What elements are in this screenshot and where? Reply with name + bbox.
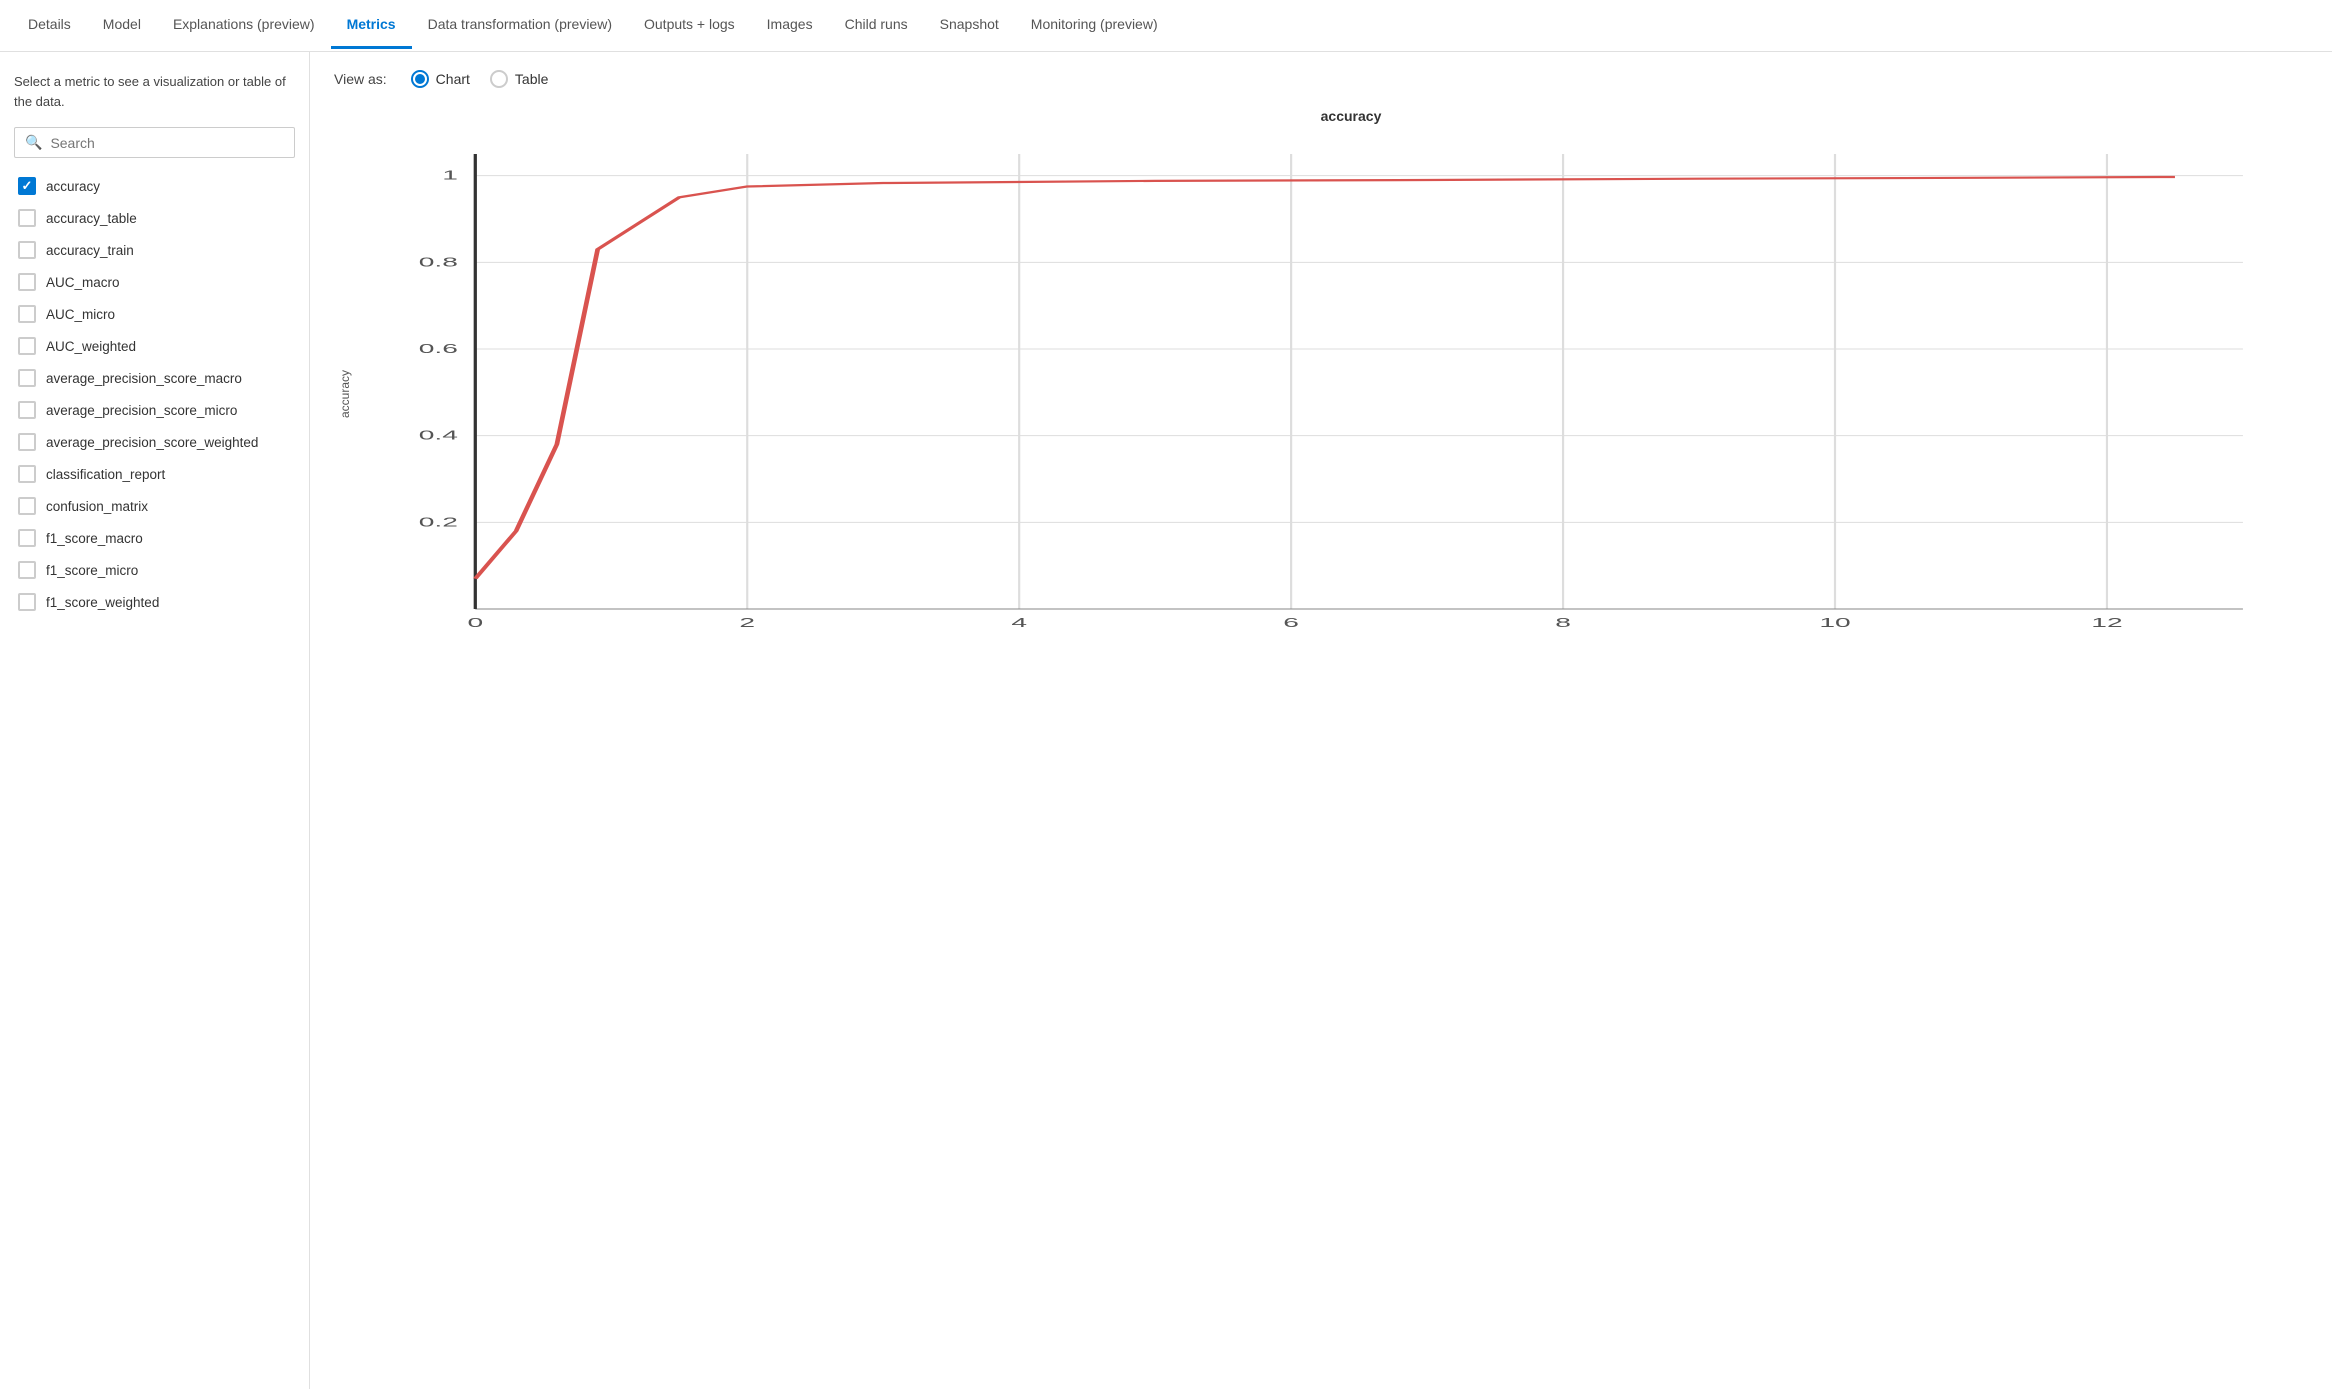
- checkbox-classification_report[interactable]: [18, 465, 36, 483]
- metric-item-auc_micro[interactable]: AUC_micro: [14, 298, 295, 330]
- metric-label-f1_score_macro: f1_score_macro: [46, 531, 143, 546]
- chart-svg-container: 0 2 4 6 8 10 12 0.2 0.4 0.6 0.8 1: [356, 134, 2308, 654]
- tab-snapshot[interactable]: Snapshot: [924, 2, 1015, 49]
- metric-item-classification_report[interactable]: classification_report: [14, 458, 295, 490]
- metric-label-accuracy_table: accuracy_table: [46, 211, 137, 226]
- tab-child-runs[interactable]: Child runs: [829, 2, 924, 49]
- main-layout: Select a metric to see a visualization o…: [0, 52, 2332, 1389]
- radio-table-label: Table: [515, 71, 548, 87]
- metric-label-auc_weighted: AUC_weighted: [46, 339, 136, 354]
- radio-chart[interactable]: Chart: [411, 70, 470, 88]
- metric-item-average_precision_micro[interactable]: average_precision_score_micro: [14, 394, 295, 426]
- svg-text:0.6: 0.6: [419, 341, 458, 356]
- radio-chart-label: Chart: [436, 71, 470, 87]
- tab-model[interactable]: Model: [87, 2, 157, 49]
- tab-details[interactable]: Details: [12, 2, 87, 49]
- svg-text:4: 4: [1011, 615, 1027, 630]
- checkbox-auc_micro[interactable]: [18, 305, 36, 323]
- view-as-label: View as:: [334, 71, 387, 87]
- checkbox-f1_score_macro[interactable]: [18, 529, 36, 547]
- metric-label-auc_micro: AUC_micro: [46, 307, 115, 322]
- metric-label-f1_score_micro: f1_score_micro: [46, 563, 138, 578]
- metric-label-confusion_matrix: confusion_matrix: [46, 499, 148, 514]
- svg-text:10: 10: [1819, 615, 1850, 630]
- radio-table-circle: [490, 70, 508, 88]
- svg-text:0: 0: [467, 615, 483, 630]
- svg-text:0.8: 0.8: [419, 254, 458, 269]
- search-input[interactable]: [50, 135, 284, 151]
- top-navigation: Details Model Explanations (preview) Met…: [0, 0, 2332, 52]
- metric-item-f1_score_weighted[interactable]: f1_score_weighted: [14, 586, 295, 618]
- tab-explanations[interactable]: Explanations (preview): [157, 2, 331, 49]
- svg-text:0.2: 0.2: [419, 514, 458, 529]
- sidebar: Select a metric to see a visualization o…: [0, 52, 310, 1389]
- metric-item-average_precision_weighted[interactable]: average_precision_score_weighted: [14, 426, 295, 458]
- metric-label-auc_macro: AUC_macro: [46, 275, 120, 290]
- checkbox-f1_score_weighted[interactable]: [18, 593, 36, 611]
- radio-table[interactable]: Table: [490, 70, 548, 88]
- chart-container: accuracy accuracy 0 2 4 6 8 10 12 0.2 0.4 0.6 0.8 1: [334, 108, 2308, 1371]
- checkbox-f1_score_micro[interactable]: [18, 561, 36, 579]
- accuracy-chart: 0 2 4 6 8 10 12 0.2 0.4 0.6 0.8 1: [356, 134, 2308, 654]
- checkbox-accuracy[interactable]: [18, 177, 36, 195]
- svg-text:0.4: 0.4: [419, 428, 458, 443]
- metric-label-classification_report: classification_report: [46, 467, 165, 482]
- checkbox-average_precision_micro[interactable]: [18, 401, 36, 419]
- content-area: View as: Chart Table accuracy accuracy 0…: [310, 52, 2332, 1389]
- checkbox-auc_weighted[interactable]: [18, 337, 36, 355]
- chart-title: accuracy: [394, 108, 2308, 124]
- svg-text:1: 1: [442, 168, 458, 183]
- metric-item-f1_score_micro[interactable]: f1_score_micro: [14, 554, 295, 586]
- checkbox-average_precision_weighted[interactable]: [18, 433, 36, 451]
- metric-item-average_precision_macro[interactable]: average_precision_score_macro: [14, 362, 295, 394]
- metric-item-accuracy_table[interactable]: accuracy_table: [14, 202, 295, 234]
- checkbox-average_precision_macro[interactable]: [18, 369, 36, 387]
- checkbox-confusion_matrix[interactable]: [18, 497, 36, 515]
- tab-data-transformation[interactable]: Data transformation (preview): [412, 2, 628, 49]
- metric-label-average_precision_macro: average_precision_score_macro: [46, 371, 242, 386]
- metric-label-f1_score_weighted: f1_score_weighted: [46, 595, 159, 610]
- tab-outputs-logs[interactable]: Outputs + logs: [628, 2, 751, 49]
- metric-item-confusion_matrix[interactable]: confusion_matrix: [14, 490, 295, 522]
- tab-monitoring[interactable]: Monitoring (preview): [1015, 2, 1174, 49]
- tab-images[interactable]: Images: [751, 2, 829, 49]
- metric-item-f1_score_macro[interactable]: f1_score_macro: [14, 522, 295, 554]
- metric-item-auc_weighted[interactable]: AUC_weighted: [14, 330, 295, 362]
- chart-wrap: accuracy 0 2 4 6 8 10 12 0.2 0.4 0.6 0.8 1: [334, 134, 2308, 654]
- svg-text:2: 2: [739, 615, 755, 630]
- metrics-list: accuracy accuracy_table accuracy_train AUC_…: [14, 170, 295, 1375]
- checkbox-accuracy_train[interactable]: [18, 241, 36, 259]
- y-axis-label: accuracy: [334, 134, 352, 654]
- tab-metrics[interactable]: Metrics: [331, 2, 412, 49]
- search-box[interactable]: 🔍: [14, 127, 295, 158]
- metric-item-auc_macro[interactable]: AUC_macro: [14, 266, 295, 298]
- metric-label-average_precision_weighted: average_precision_score_weighted: [46, 435, 258, 450]
- svg-text:8: 8: [1555, 615, 1571, 630]
- metric-label-accuracy: accuracy: [46, 179, 100, 194]
- svg-text:6: 6: [1283, 615, 1299, 630]
- checkbox-accuracy_table[interactable]: [18, 209, 36, 227]
- metric-label-average_precision_micro: average_precision_score_micro: [46, 403, 237, 418]
- view-as-row: View as: Chart Table: [334, 70, 2308, 88]
- radio-group: Chart Table: [411, 70, 549, 88]
- metric-label-accuracy_train: accuracy_train: [46, 243, 134, 258]
- radio-chart-circle: [411, 70, 429, 88]
- metric-item-accuracy_train[interactable]: accuracy_train: [14, 234, 295, 266]
- search-icon: 🔍: [25, 134, 42, 151]
- metric-item-accuracy[interactable]: accuracy: [14, 170, 295, 202]
- checkbox-auc_macro[interactable]: [18, 273, 36, 291]
- svg-text:12: 12: [2091, 615, 2122, 630]
- sidebar-description: Select a metric to see a visualization o…: [14, 72, 295, 111]
